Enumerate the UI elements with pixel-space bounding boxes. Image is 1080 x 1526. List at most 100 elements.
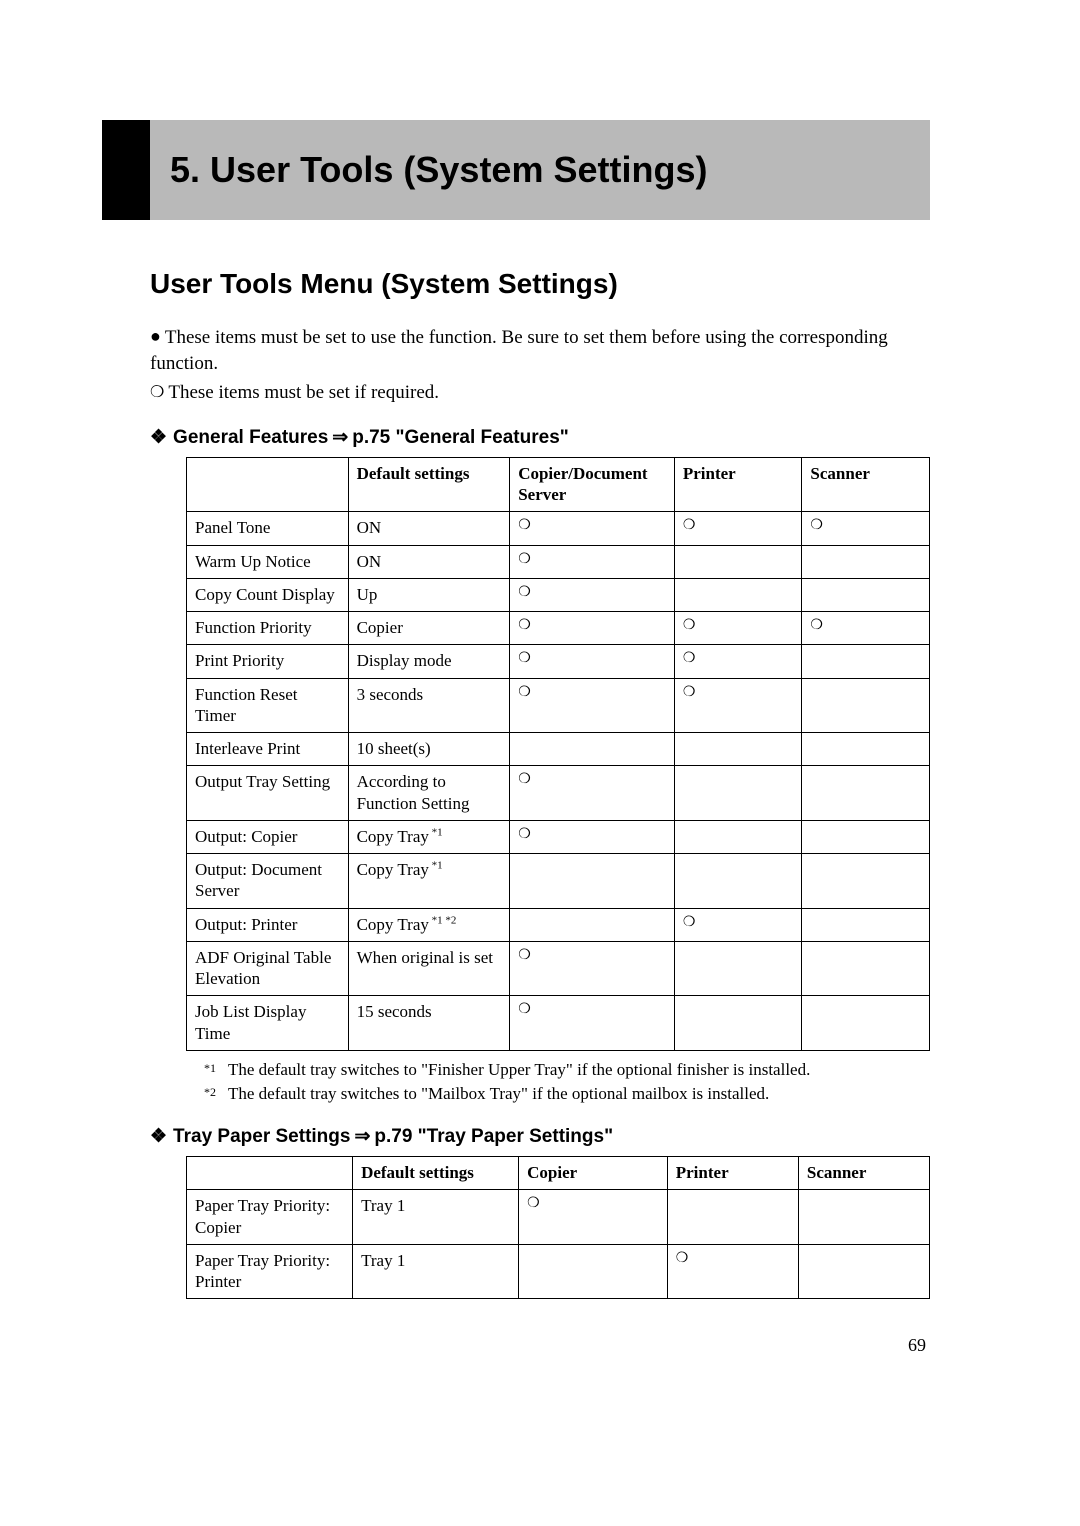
table-row: Function Reset Timer3 seconds❍❍	[187, 678, 930, 733]
cell-name: Interleave Print	[187, 733, 349, 766]
th-default: Default settings	[353, 1157, 519, 1190]
cell-mark: ❍	[674, 678, 802, 733]
cell-default: Copier	[348, 612, 510, 645]
chapter-number-block	[102, 120, 150, 220]
cell-mark	[802, 766, 930, 821]
subhead2-ref: p.79 "Tray Paper Settings"	[374, 1126, 613, 1147]
cell-mark: ❍	[510, 545, 675, 578]
cell-default: Copy Tray *1	[348, 820, 510, 853]
intro-optional-text: These items must be set if required.	[168, 382, 439, 403]
table-row: Job List Display Time15 seconds❍	[187, 996, 930, 1051]
section-title: User Tools Menu (System Settings)	[150, 268, 930, 300]
th-printer: Printer	[667, 1157, 798, 1190]
cell-mark: ❍	[510, 996, 675, 1051]
cell-default: ON	[348, 545, 510, 578]
chapter-header: 5. User Tools (System Settings)	[150, 120, 930, 220]
cell-name: Output: Copier	[187, 820, 349, 853]
cell-mark: ❍	[802, 512, 930, 545]
cell-mark	[802, 854, 930, 909]
table-header-row: Default settings Copier/Document Server …	[187, 457, 930, 512]
cell-mark	[674, 545, 802, 578]
footnote-ref: *1 *2	[429, 914, 457, 926]
cell-mark: ❍	[802, 612, 930, 645]
cell-mark	[674, 820, 802, 853]
table-row: Interleave Print10 sheet(s)	[187, 733, 930, 766]
cell-name: ADF Original Table Elevation	[187, 941, 349, 996]
th-copier: Copier	[519, 1157, 668, 1190]
cell-mark: ❍	[674, 612, 802, 645]
table-row: Paper Tray Priority: CopierTray 1❍	[187, 1190, 930, 1245]
cell-mark	[519, 1244, 668, 1299]
cell-mark: ❍	[510, 766, 675, 821]
table-row: Copy Count DisplayUp❍	[187, 578, 930, 611]
cell-mark	[510, 733, 675, 766]
cell-default: 10 sheet(s)	[348, 733, 510, 766]
table-row: Warm Up NoticeON❍	[187, 545, 930, 578]
intro-optional: These items must be set if required.	[150, 380, 930, 406]
cell-mark: ❍	[510, 941, 675, 996]
cell-mark	[802, 941, 930, 996]
page-number: 69	[150, 1335, 930, 1356]
cell-name: Output Tray Setting	[187, 766, 349, 821]
cell-name: Output: Printer	[187, 908, 349, 941]
cell-default: Tray 1	[353, 1190, 519, 1245]
th-blank	[187, 457, 349, 512]
footnote-text: The default tray switches to "Finisher U…	[228, 1059, 810, 1081]
footnote-number: *2	[204, 1083, 220, 1105]
intro-required: These items must be set to use the funct…	[150, 324, 930, 376]
th-printer: Printer	[674, 457, 802, 512]
cell-mark: ❍	[667, 1244, 798, 1299]
cell-default: ON	[348, 512, 510, 545]
footnote: *2The default tray switches to "Mailbox …	[204, 1083, 930, 1105]
cell-name: Paper Tray Priority: Copier	[187, 1190, 353, 1245]
cell-default: Up	[348, 578, 510, 611]
footnote-ref: *1	[429, 860, 443, 872]
cell-default: 3 seconds	[348, 678, 510, 733]
cell-mark: ❍	[510, 512, 675, 545]
cell-mark: ❍	[510, 578, 675, 611]
table-row: Panel ToneON❍❍❍	[187, 512, 930, 545]
cell-mark	[674, 996, 802, 1051]
footnotes: *1 The default tray switches to "Finisher…	[204, 1059, 930, 1105]
diamond-icon	[150, 1126, 173, 1147]
footnote-number: *1	[204, 1059, 220, 1081]
table-row: Output: PrinterCopy Tray *1 *2❍	[187, 908, 930, 941]
cell-mark	[802, 545, 930, 578]
cell-name: Job List Display Time	[187, 996, 349, 1051]
bullet-solid-icon	[150, 327, 165, 348]
cell-default: When original is set	[348, 941, 510, 996]
th-scanner: Scanner	[802, 457, 930, 512]
footnote-ref: *1	[429, 826, 443, 838]
subhead-general-features: General Featuresp.75 "General Features"	[150, 426, 930, 449]
chapter-title-bar: 5. User Tools (System Settings)	[150, 120, 930, 220]
table-row: Output: CopierCopy Tray *1❍	[187, 820, 930, 853]
cell-mark: ❍	[674, 645, 802, 678]
cell-mark	[667, 1190, 798, 1245]
cell-mark	[798, 1190, 929, 1245]
cell-default: Tray 1	[353, 1244, 519, 1299]
cell-mark	[674, 578, 802, 611]
subhead1-prefix: General Features	[173, 427, 328, 448]
th-default: Default settings	[348, 457, 510, 512]
cell-mark	[510, 854, 675, 909]
table-row: Paper Tray Priority: PrinterTray 1 ❍	[187, 1244, 930, 1299]
cell-mark: ❍	[510, 612, 675, 645]
table-header-row: Default settings Copier Printer Scanner	[187, 1157, 930, 1190]
cell-mark: ❍	[674, 512, 802, 545]
cell-mark	[802, 645, 930, 678]
cell-mark	[802, 678, 930, 733]
cell-mark	[798, 1244, 929, 1299]
chapter-title: 5. User Tools (System Settings)	[170, 149, 707, 191]
cell-mark	[510, 908, 675, 941]
cell-name: Warm Up Notice	[187, 545, 349, 578]
table-tray-paper: Default settings Copier Printer Scanner …	[186, 1156, 930, 1299]
diamond-icon	[150, 427, 173, 448]
table-row: Function PriorityCopier❍❍❍	[187, 612, 930, 645]
cell-mark	[674, 733, 802, 766]
cell-default: Copy Tray *1 *2	[348, 908, 510, 941]
cell-mark: ❍	[510, 645, 675, 678]
footnote: *1 The default tray switches to "Finisher…	[204, 1059, 930, 1081]
table-row: Print PriorityDisplay mode❍❍	[187, 645, 930, 678]
cell-mark	[674, 854, 802, 909]
cell-name: Paper Tray Priority: Printer	[187, 1244, 353, 1299]
